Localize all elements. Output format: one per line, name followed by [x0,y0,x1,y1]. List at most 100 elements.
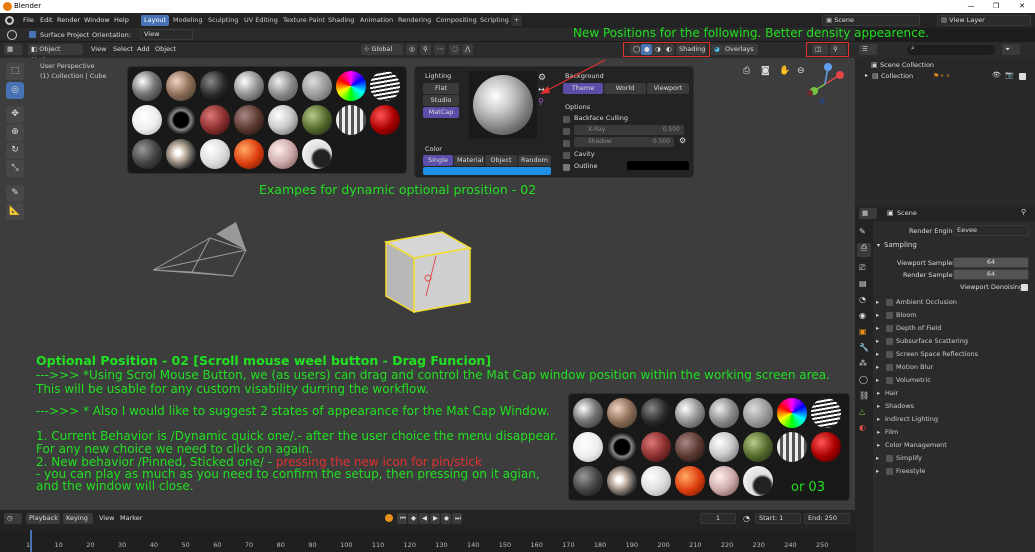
backface-culling-checkbox[interactable] [563,116,570,123]
3d-viewport[interactable]: User Perspective (1) Collection | Cube ⬚… [0,58,855,510]
view-layer-tab-icon[interactable]: ▤ [859,279,867,288]
measure-tool-icon[interactable]: 📐 [6,203,24,220]
matcap-sphere[interactable] [675,466,705,496]
annotate-tool-icon[interactable]: ✎ [6,185,24,202]
scene-collection-label[interactable]: Scene Collection [880,61,934,69]
view-menu-timeline[interactable]: View [96,513,117,524]
matcap-sphere[interactable] [675,398,705,428]
matcap-sphere[interactable] [709,466,739,496]
xray-slider[interactable]: X-Ray 0.500 [574,125,684,135]
pivot-icon[interactable]: ◎ [406,44,417,55]
object-menu[interactable]: Object [152,44,179,55]
outliner-search-field[interactable]: ⌕ [907,44,995,55]
matcap-sphere[interactable] [234,139,264,169]
matcap-sphere[interactable] [709,398,739,428]
menu-window[interactable]: Window [84,15,110,26]
viewport-denoising-checkbox[interactable] [1021,284,1028,291]
cube-object[interactable] [378,226,478,316]
render-samples-field[interactable]: 64 [953,269,1029,280]
falloff-icon[interactable]: ⋀ [462,44,473,55]
matcap-sphere[interactable] [200,105,230,135]
color-single-button[interactable]: Single [423,155,453,166]
pin-properties-icon[interactable]: ⚲ [1021,208,1026,216]
close-button[interactable]: ✕ [1013,0,1031,13]
cavity-checkbox[interactable] [563,152,570,159]
matcap-sphere[interactable] [132,139,162,169]
minimize-button[interactable]: — [962,0,980,13]
tab-texture-paint[interactable]: Texture Paint [280,15,328,26]
sampling-panel-header[interactable]: Sampling [884,241,917,249]
scale-tool-icon[interactable]: ⤡ [6,160,24,177]
editor-type-button[interactable]: ▦ [4,44,22,55]
scene-selector[interactable]: ▣ Scene [822,15,920,26]
matcap-sphere[interactable] [302,71,332,101]
matcap-sphere[interactable] [777,432,807,462]
shadow-slider[interactable]: Shadow 0.500 [574,137,674,147]
physics-tab-icon[interactable]: ◯ [859,375,868,384]
lighting-flat-button[interactable]: Flat [423,83,459,94]
menu-file[interactable]: File [23,15,34,26]
matcap-sphere[interactable] [268,71,298,101]
matcap-sphere[interactable] [743,398,773,428]
matcap-sphere[interactable] [200,139,230,169]
start-frame-field[interactable]: Start: 1 [755,513,801,524]
playhead[interactable] [30,530,32,552]
maximize-button[interactable]: ❐ [987,0,1005,13]
overlays-icon[interactable]: ◕ [711,44,722,55]
matcap-sphere[interactable] [573,432,603,462]
menu-edit[interactable]: Edit [40,15,53,26]
jump-end-icon[interactable]: ⏭ [452,513,462,524]
select-box-tool-icon[interactable]: ⬚ [6,63,24,80]
material-tab-icon[interactable]: ◐ [859,423,866,432]
matcap-sphere[interactable] [166,139,196,169]
matcap-sphere[interactable] [607,398,637,428]
matcap-sphere[interactable] [268,139,298,169]
tab-sculpting[interactable]: Sculpting [205,15,241,26]
matcap-sphere[interactable] [132,71,162,101]
tab-rendering[interactable]: Rendering [395,15,434,26]
tab-compositing[interactable]: Compositing [433,15,480,26]
navigation-gizmo[interactable] [802,61,848,107]
surface-project-checkbox[interactable] [29,31,36,38]
select-menu[interactable]: Select [110,44,136,55]
prev-keyframe-icon[interactable]: ◆ [408,513,418,524]
outliner-editor-icon[interactable]: ☰ [859,44,877,55]
color-material-button[interactable]: Material [454,155,484,166]
tab-scripting[interactable]: Scripting [477,15,512,26]
render-visibility-icon[interactable]: 📷 [1005,71,1014,79]
matcap-sphere[interactable] [777,398,807,428]
hand-pan-icon[interactable]: ✋ [779,66,790,76]
particles-tab-icon[interactable]: ⁂ [859,359,867,368]
bg-world-button[interactable]: World [604,83,646,94]
shadow-settings-icon[interactable]: ⚙ [679,136,686,145]
matcap-sphere[interactable] [336,71,366,101]
jump-start-icon[interactable]: ⏮ [397,513,407,524]
add-menu[interactable]: Add [134,44,153,55]
visibility-icon[interactable]: 👁 [992,71,1001,79]
color-swatch[interactable] [423,167,551,175]
shadow-checkbox[interactable] [563,140,570,147]
filter-icon[interactable]: ⏷ [1002,44,1020,55]
xray-checkbox[interactable] [563,128,570,135]
matcap-sphere[interactable] [336,105,366,135]
viewport-samples-field[interactable]: 64 [953,257,1029,268]
timeline-editor-icon[interactable]: ◷ [4,513,22,524]
modifier-tab-icon[interactable]: 🔧 [859,343,869,352]
orientation-dropdown[interactable]: View [140,29,193,40]
tab-animation[interactable]: Animation [357,15,396,26]
rotate-tool-icon[interactable]: ⊕ [6,124,24,141]
matcap-sphere[interactable] [268,105,298,135]
matcap-sphere[interactable] [132,105,162,135]
render-engine-dropdown[interactable]: Eevee [953,225,1029,236]
end-frame-field[interactable]: End: 250 [804,513,850,524]
matcap-sphere[interactable] [641,398,671,428]
snap-icon[interactable]: ⚲ [420,44,431,55]
object-mode-dropdown[interactable]: ◧ Object Mode [28,44,83,64]
proportional-edit-icon[interactable]: ◌ [449,44,460,55]
matcap-sphere[interactable] [607,432,637,462]
matcap-sphere[interactable] [370,105,400,135]
camera-object[interactable] [148,220,258,290]
playback-menu[interactable]: Playback [26,513,60,524]
render-tab-icon[interactable]: ⎙ [857,243,871,257]
color-random-button[interactable]: Random [518,155,551,166]
